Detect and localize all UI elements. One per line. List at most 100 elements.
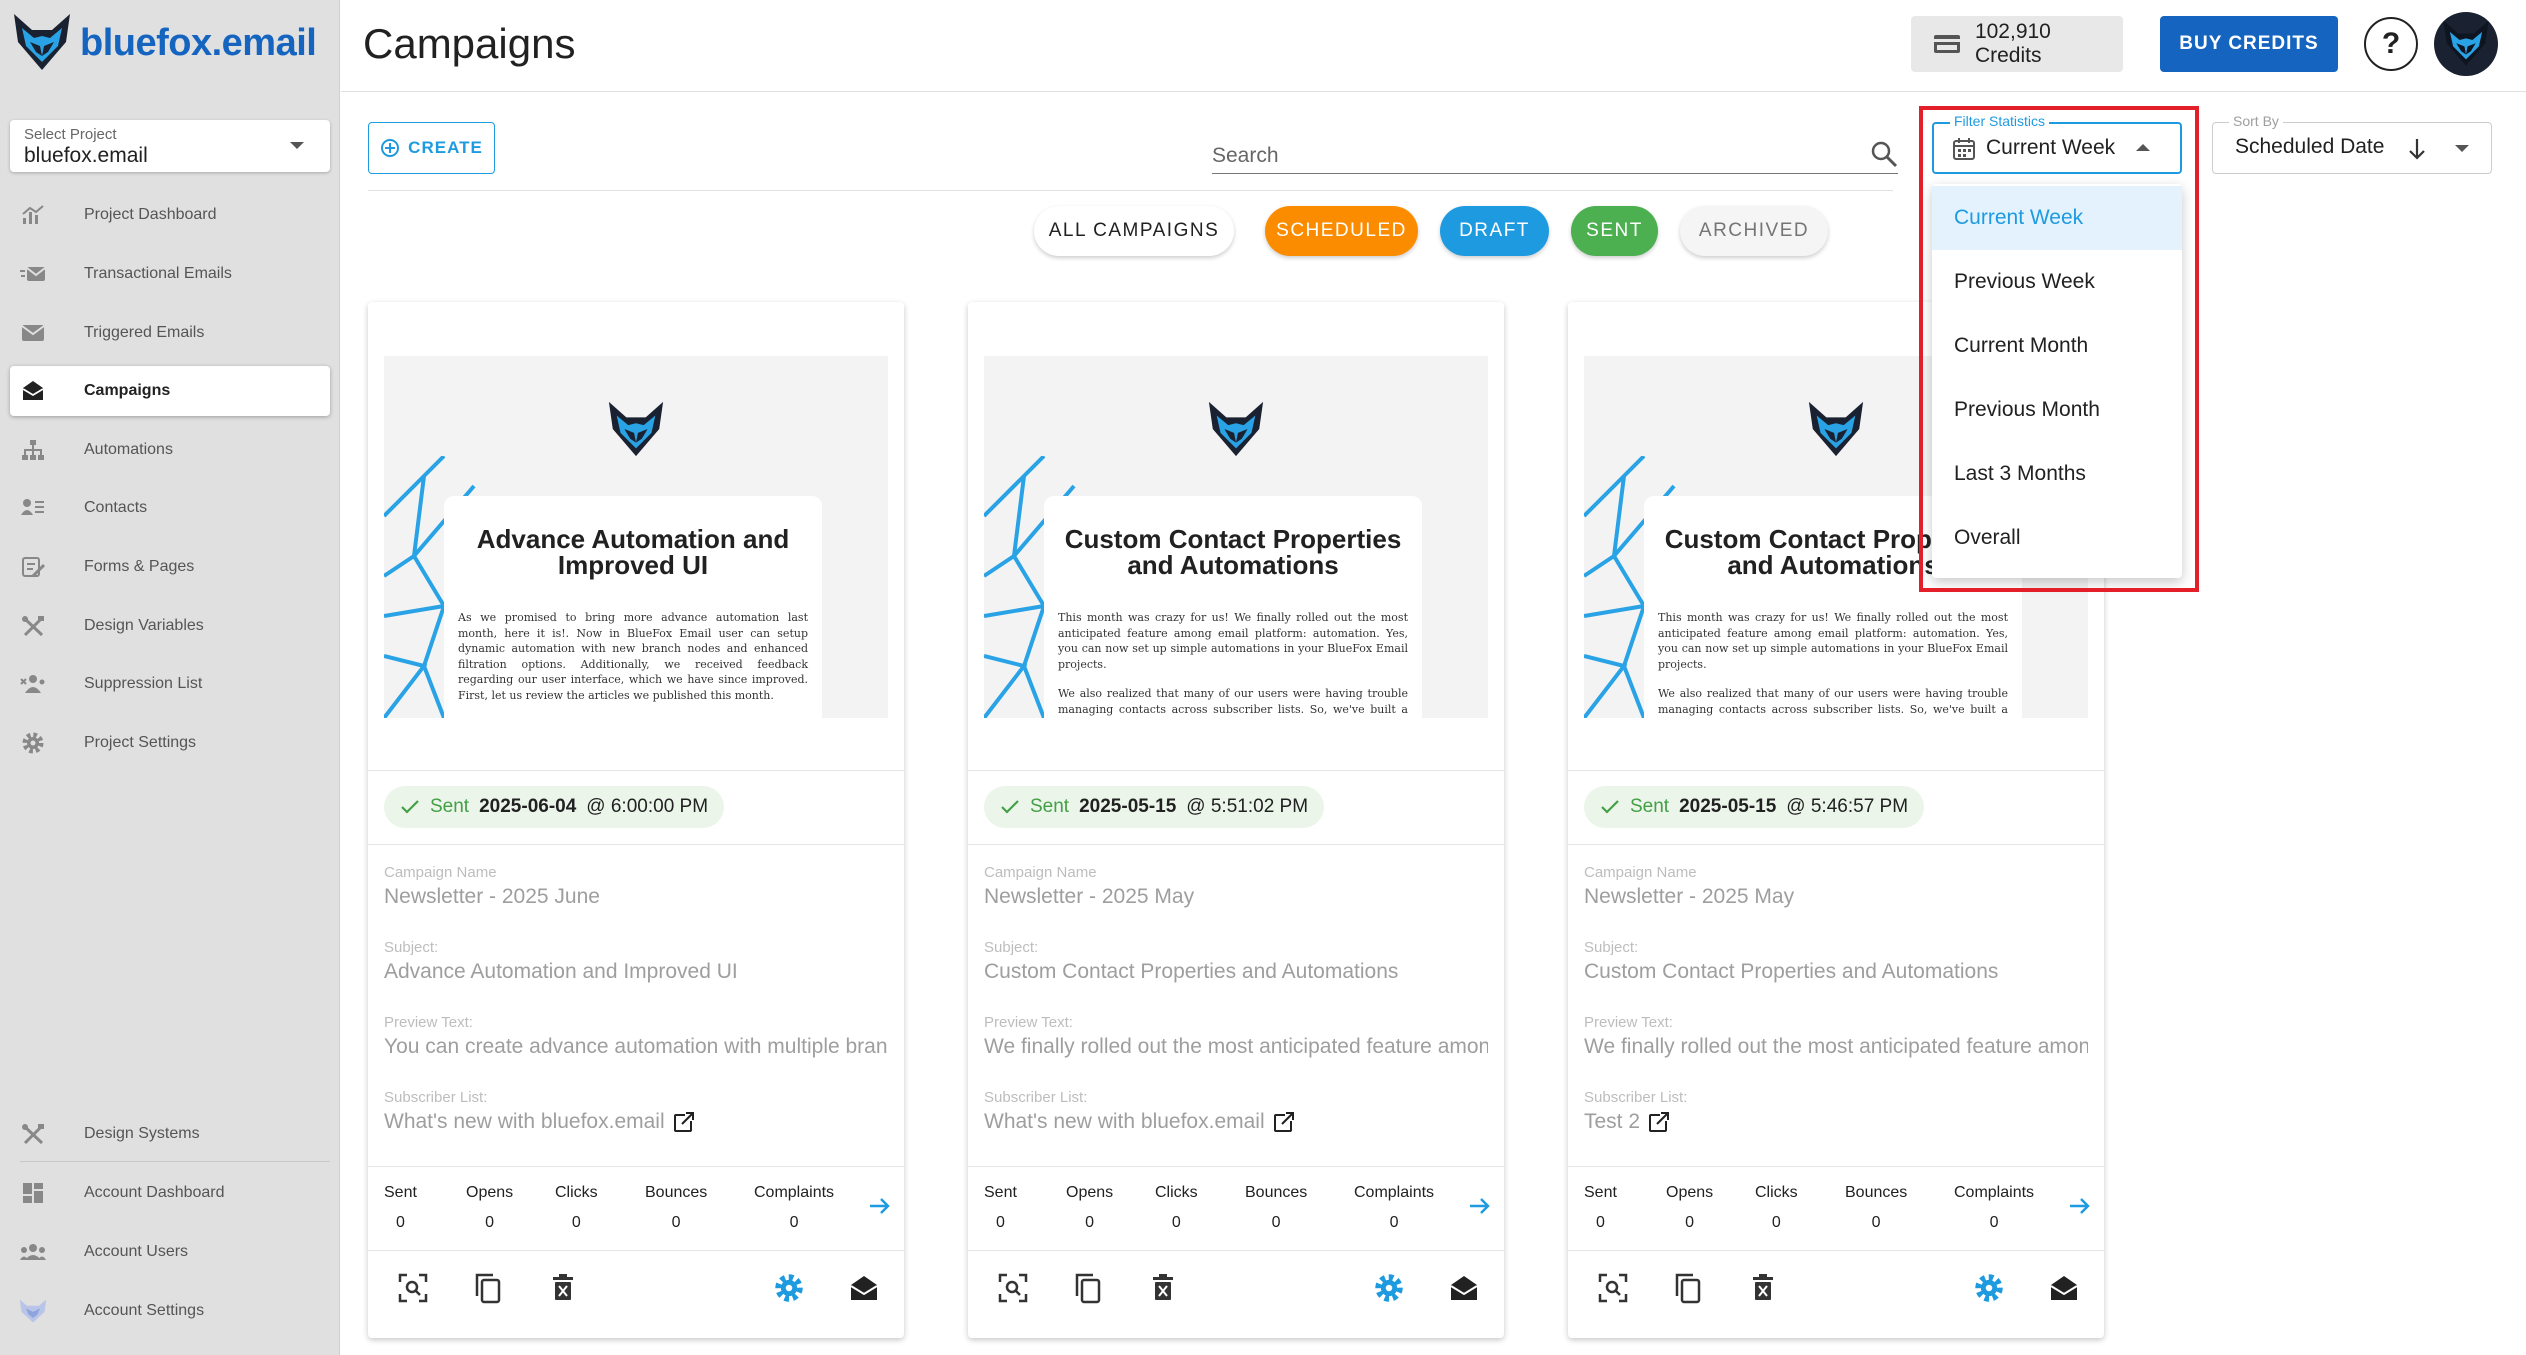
subscriber-list-link[interactable]: What's new with bluefox.email (384, 1110, 888, 1134)
stat-clicks: Clicks 0 (1755, 1184, 1798, 1232)
open-in-new-icon[interactable] (1273, 1111, 1295, 1133)
field-value: Advance Automation and Improved UI (384, 960, 738, 983)
sidebar-item-account-users[interactable]: Account Users (10, 1227, 330, 1277)
sidebar-item-campaigns[interactable]: Campaigns (10, 366, 330, 416)
sidebar-item-label: Triggered Emails (84, 324, 205, 341)
preview-heading: Custom Contact Properties and Automation… (1064, 524, 1402, 580)
sidebar-item-account-dashboard[interactable]: Account Dashboard (10, 1168, 330, 1218)
preview-paragraph: This month was crazy for us! We finally … (1058, 611, 1408, 671)
filter-option-current-month[interactable]: Current Month (1932, 314, 2182, 378)
preview-content-box: Custom Contact Properties and Automation… (1044, 496, 1422, 718)
subject-field: Subject: Custom Contact Properties and A… (984, 939, 1488, 984)
filter-statistics-select[interactable]: Filter Statistics Current Week (1932, 113, 2182, 174)
sidebar-item-label: Design Systems (84, 1125, 200, 1142)
preview-button[interactable] (393, 1268, 433, 1308)
status-text: Sent (1630, 796, 1670, 817)
stat-complaints: Complaints 0 (754, 1184, 834, 1232)
arrow-right-icon[interactable] (868, 1196, 892, 1216)
subscriber-list-field: Subscriber List: What's new with bluefox… (984, 1089, 1488, 1134)
duplicate-button[interactable] (468, 1268, 508, 1308)
filter-option-previous-month[interactable]: Previous Month (1932, 378, 2182, 442)
tab-draft[interactable]: DRAFT (1440, 206, 1549, 256)
field-label: Subject: (1584, 939, 1639, 956)
sidebar-item-suppression-list[interactable]: Suppression List (10, 659, 330, 709)
archive-button[interactable] (844, 1268, 884, 1308)
archive-button[interactable] (1444, 1268, 1484, 1308)
email-preview[interactable]: Advance Automation and Improved UI As we… (384, 356, 888, 718)
sidebar-item-project-dashboard[interactable]: Project Dashboard (10, 190, 330, 240)
stat-label: Opens (466, 1184, 514, 1201)
sidebar-item-contacts[interactable]: Contacts (10, 483, 330, 533)
help-button[interactable]: ? (2364, 17, 2418, 71)
duplicate-button[interactable] (1068, 1268, 1108, 1308)
project-select[interactable]: Select Project bluefox.email (10, 120, 330, 172)
preview-button[interactable] (1593, 1268, 1633, 1308)
filter-option-last-3-months[interactable]: Last 3 Months (1932, 442, 2182, 506)
app-logo[interactable]: bluefox.email (10, 8, 317, 78)
sidebar-item-label: Account Settings (84, 1302, 205, 1319)
sidebar-item-label: Transactional Emails (84, 265, 232, 282)
delete-button[interactable] (543, 1268, 583, 1308)
subscriber-list-link[interactable]: What's new with bluefox.email (984, 1110, 1488, 1134)
sidebar-item-forms-pages[interactable]: Forms & Pages (10, 542, 330, 592)
search-icon[interactable] (1870, 140, 1898, 168)
sidebar-item-account-settings[interactable]: Account Settings (10, 1286, 330, 1336)
subject-field: Subject: Advance Automation and Improved… (384, 939, 888, 984)
field-value: We finally rolled out the most anticipat… (984, 1035, 1488, 1058)
tab-sent[interactable]: SENT (1571, 206, 1658, 256)
sidebar-item-automations[interactable]: Automations (10, 425, 330, 475)
arrow-right-icon[interactable] (1468, 1196, 1492, 1216)
sidebar-item-label: Account Users (84, 1243, 189, 1260)
buy-credits-button[interactable]: BUY CREDITS (2160, 16, 2338, 72)
stat-value: 0 (1271, 1214, 1281, 1231)
email-preview[interactable]: Custom Contact Properties and Automation… (984, 356, 1488, 718)
open-in-new-icon[interactable] (1648, 1111, 1671, 1133)
divider (368, 770, 904, 771)
open-in-new-icon[interactable] (673, 1111, 695, 1133)
sort-by-select[interactable]: Sort By Scheduled Date (2212, 113, 2492, 174)
sidebar-item-triggered-emails[interactable]: Triggered Emails (10, 308, 330, 358)
sent-time: @ 5:51:02 PM (1186, 796, 1309, 817)
preview-button[interactable] (993, 1268, 1033, 1308)
campaign-card[interactable]: Advance Automation and Improved UI As we… (368, 302, 904, 1338)
delete-button[interactable] (1143, 1268, 1183, 1308)
filter-option-overall[interactable]: Overall (1932, 506, 2182, 570)
sidebar-item-design-variables[interactable]: Design Variables (10, 601, 330, 651)
search-input[interactable]: Search (1212, 136, 1898, 174)
mail-fast-icon (18, 259, 48, 289)
toolbar-divider (368, 190, 1893, 191)
field-label: Preview Text: (1584, 1014, 1673, 1031)
filter-option-current-week[interactable]: Current Week (1932, 186, 2182, 250)
sidebar-item-project-settings[interactable]: Project Settings (10, 718, 330, 768)
credits-badge[interactable]: 102,910 Credits (1911, 16, 2123, 72)
duplicate-button[interactable] (1668, 1268, 1708, 1308)
subscriber-list-link[interactable]: Test 2 (1584, 1110, 2088, 1134)
campaign-card[interactable]: Custom Contact Properties and Automation… (968, 302, 1504, 1338)
dashboard-icon (18, 1178, 48, 1208)
arrow-down-icon[interactable] (2407, 137, 2427, 161)
divider (1568, 844, 2104, 845)
mail-icon (18, 318, 48, 348)
filter-option-previous-week[interactable]: Previous Week (1932, 250, 2182, 314)
settings-button[interactable] (769, 1268, 809, 1308)
delete-button[interactable] (1743, 1268, 1783, 1308)
create-campaign-button[interactable]: CREATE (368, 122, 495, 174)
field-label: Campaign Name (384, 864, 497, 881)
sent-date: 2025-05-15 (1079, 796, 1177, 817)
sidebar-item-label: Forms & Pages (84, 558, 195, 575)
stat-label: Complaints (1354, 1184, 1435, 1201)
preview-content-box: Advance Automation and Improved UI As we… (444, 496, 822, 718)
tab-archived[interactable]: ARCHIVED (1680, 206, 1828, 256)
arrow-right-icon[interactable] (2068, 1196, 2092, 1216)
gear-icon (18, 728, 48, 758)
avatar[interactable] (2434, 12, 2498, 76)
sidebar-item-design-systems[interactable]: Design Systems (10, 1109, 330, 1159)
field-value: We finally rolled out the most anticipat… (1584, 1035, 2088, 1058)
stat-label: Clicks (1155, 1184, 1198, 1201)
settings-button[interactable] (1369, 1268, 1409, 1308)
archive-button[interactable] (2044, 1268, 2084, 1308)
sidebar-item-transactional-emails[interactable]: Transactional Emails (10, 249, 330, 299)
tab-scheduled[interactable]: SCHEDULED (1265, 206, 1418, 256)
tab-all-campaigns[interactable]: ALL CAMPAIGNS (1034, 206, 1234, 256)
settings-button[interactable] (1969, 1268, 2009, 1308)
